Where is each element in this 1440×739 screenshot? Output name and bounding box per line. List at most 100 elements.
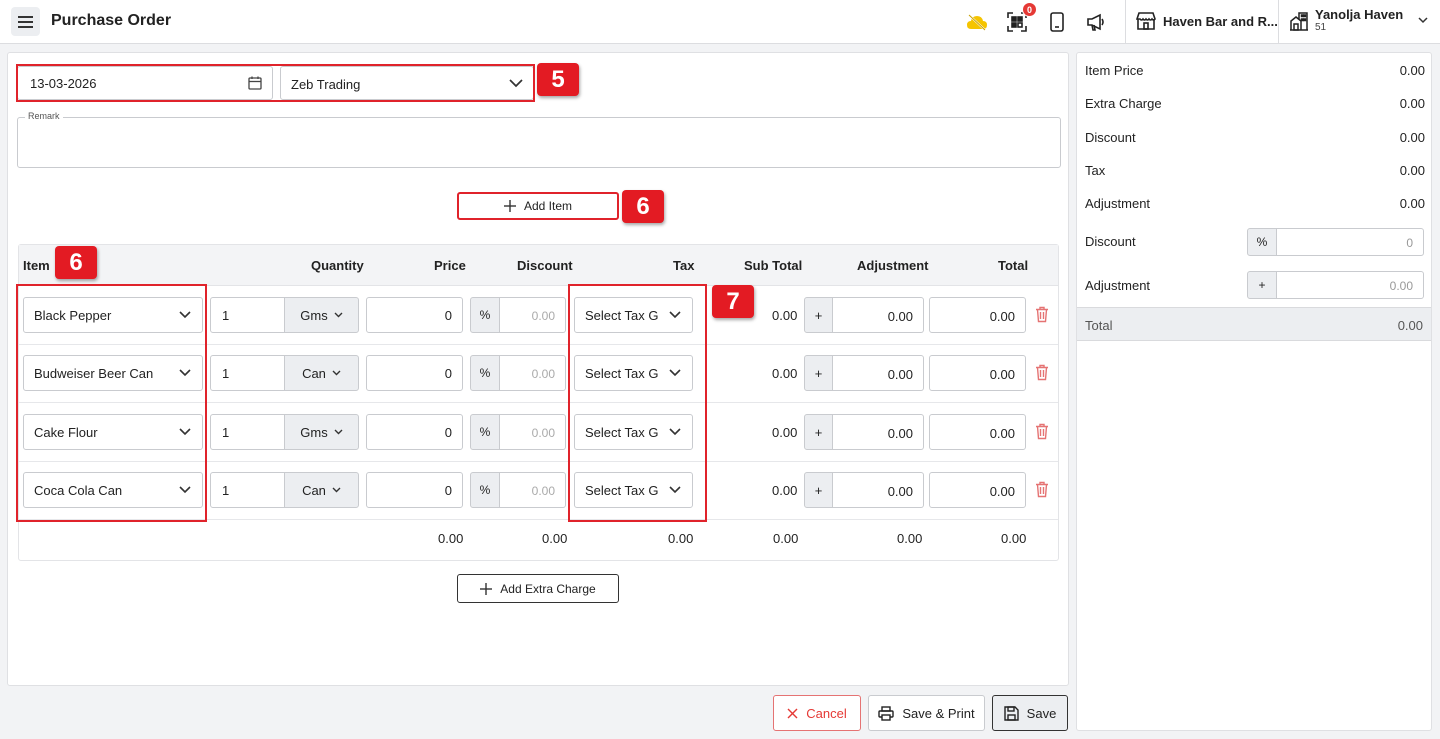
item-select[interactable]: Budweiser Beer Can <box>23 355 203 391</box>
adjustment-type-button[interactable]: + <box>804 414 833 450</box>
chevron-down-icon <box>179 428 191 436</box>
chevron-down-icon <box>334 312 343 318</box>
building-icon <box>1290 11 1308 31</box>
discount-input[interactable]: 0.00 <box>500 414 566 450</box>
discount-type-button[interactable]: % <box>470 472 500 508</box>
add-extra-charge-button[interactable]: Add Extra Charge <box>457 574 619 603</box>
summary-adjustment-input-label: Adjustment <box>1085 278 1151 293</box>
footer-price-total: 0.00 <box>438 531 464 546</box>
hamburger-menu-button[interactable] <box>11 7 40 36</box>
footer-tax-total: 0.00 <box>668 531 694 546</box>
summary-tax: Tax 0.00 <box>1085 163 1425 178</box>
tax-select[interactable]: Select Tax G <box>574 472 693 508</box>
chevron-down-icon <box>669 311 681 319</box>
sub-total-value: 0.00 <box>772 483 798 498</box>
close-icon <box>787 708 798 718</box>
chevron-down-icon[interactable] <box>1417 14 1429 26</box>
chevron-down-icon <box>669 428 681 436</box>
hamburger-icon <box>18 15 33 18</box>
date-field[interactable]: 13-03-2026 <box>17 66 273 100</box>
tax-select[interactable]: Select Tax G <box>574 355 693 391</box>
unit-select[interactable]: Gms <box>284 297 359 333</box>
trash-icon[interactable] <box>1035 306 1049 323</box>
printer-icon <box>878 705 895 721</box>
item-select[interactable]: Coca Cola Can <box>23 472 203 508</box>
device-button[interactable] <box>1045 10 1069 34</box>
summary-discount-input[interactable]: 0 <box>1277 228 1424 256</box>
discount-input[interactable]: 0.00 <box>500 472 566 508</box>
trash-icon[interactable] <box>1035 481 1049 498</box>
price-input[interactable]: 0 <box>366 297 463 333</box>
annotation-badge-6-items: 6 <box>55 246 97 279</box>
summary-adjustment-input[interactable]: 0.00 <box>1277 271 1424 299</box>
adjustment-type-button[interactable]: + <box>804 355 833 391</box>
remark-input[interactable] <box>17 117 1061 168</box>
quantity-input[interactable]: 1 <box>210 297 285 333</box>
add-extra-charge-label: Add Extra Charge <box>500 581 596 596</box>
trash-icon[interactable] <box>1035 364 1049 381</box>
add-item-button[interactable]: Add Item <box>457 192 619 220</box>
table-header: Item Quantity Price Discount Tax Sub Tot… <box>19 245 1058 286</box>
item-select[interactable]: Black Pepper <box>23 297 203 333</box>
save-print-button[interactable]: Save & Print <box>868 695 985 731</box>
summary-panel: Item Price 0.00 Extra Charge 0.00 Discount… <box>1076 52 1432 731</box>
summary-adjustment-type-button[interactable]: + <box>1247 271 1277 299</box>
unit-select[interactable]: Can <box>284 472 359 508</box>
megaphone-icon <box>1087 13 1104 31</box>
store-selector[interactable]: Haven Bar and R... <box>1136 12 1278 30</box>
user-selector[interactable]: Yanolja Haven 51 <box>1289 7 1403 34</box>
summary-discount-input-label: Discount <box>1085 234 1136 249</box>
table-row: Budweiser Beer Can 1 Can 0 % 0.00 Select… <box>19 345 1058 403</box>
sub-total-value: 0.00 <box>772 425 798 440</box>
footer-discount-total: 0.00 <box>542 531 568 546</box>
adjustment-input[interactable]: 0.00 <box>833 414 924 450</box>
quantity-input[interactable]: 1 <box>210 355 285 391</box>
adjustment-input[interactable]: 0.00 <box>833 297 924 333</box>
save-button[interactable]: Save <box>992 695 1068 731</box>
discount-input[interactable]: 0.00 <box>500 355 566 391</box>
adjustment-type-button[interactable]: + <box>804 297 833 333</box>
summary-item-price: Item Price 0.00 <box>1085 63 1425 78</box>
adjustment-type-button[interactable]: + <box>804 472 833 508</box>
total-input[interactable]: 0.00 <box>929 472 1026 508</box>
announcement-button[interactable] <box>1084 10 1108 34</box>
offline-cloud-button[interactable] <box>965 10 989 34</box>
adjustment-input[interactable]: 0.00 <box>833 355 924 391</box>
tax-select[interactable]: Select Tax G <box>574 297 693 333</box>
th-discount: Discount <box>517 258 573 273</box>
price-input[interactable]: 0 <box>366 414 463 450</box>
chevron-down-icon <box>332 487 341 493</box>
price-input[interactable]: 0 <box>366 472 463 508</box>
cancel-button[interactable]: Cancel <box>773 695 861 731</box>
summary-discount-type-button[interactable]: % <box>1247 228 1277 256</box>
quantity-input[interactable]: 1 <box>210 414 285 450</box>
page-title: Purchase Order <box>51 12 172 29</box>
footer-sub-total: 0.00 <box>773 531 799 546</box>
item-select[interactable]: Cake Flour <box>23 414 203 450</box>
quantity-input[interactable]: 1 <box>210 472 285 508</box>
discount-type-button[interactable]: % <box>470 355 500 391</box>
date-value: 13-03-2026 <box>30 76 97 91</box>
discount-type-button[interactable]: % <box>470 414 500 450</box>
vendor-value: Zeb Trading <box>291 77 361 92</box>
chevron-down-icon <box>334 429 343 435</box>
price-input[interactable]: 0 <box>366 355 463 391</box>
tax-select[interactable]: Select Tax G <box>574 414 693 450</box>
chevron-down-icon <box>669 486 681 494</box>
summary-total-value: 0.00 <box>1397 318 1423 333</box>
unit-select[interactable]: Gms <box>284 414 359 450</box>
adjustment-input[interactable]: 0.00 <box>833 472 924 508</box>
total-input[interactable]: 0.00 <box>929 297 1026 333</box>
vendor-select[interactable]: Zeb Trading <box>280 66 534 100</box>
discount-type-button[interactable]: % <box>470 297 500 333</box>
total-input[interactable]: 0.00 <box>929 355 1026 391</box>
summary-total-label: Total <box>1085 318 1113 333</box>
discount-input[interactable]: 0.00 <box>500 297 566 333</box>
calendar-icon[interactable] <box>248 76 262 90</box>
unit-select[interactable]: Can <box>284 355 359 391</box>
save-disk-icon <box>1003 705 1019 721</box>
qr-scan-button[interactable]: 0 <box>1005 2 1037 34</box>
trash-icon[interactable] <box>1035 423 1049 440</box>
mobile-icon <box>1050 12 1064 32</box>
total-input[interactable]: 0.00 <box>929 414 1026 450</box>
